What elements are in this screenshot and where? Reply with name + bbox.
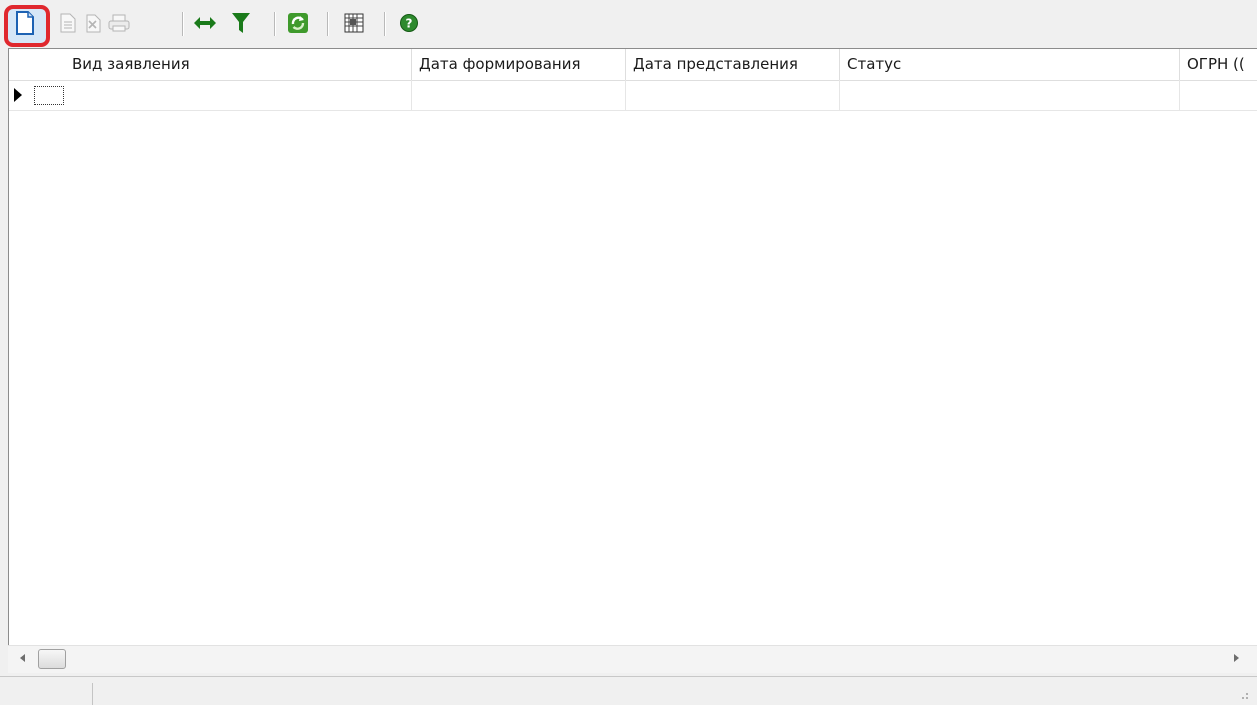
print-icon (108, 14, 130, 32)
scroll-thumb[interactable] (38, 649, 66, 669)
status-bar-separator (92, 683, 93, 705)
focus-rectangle (34, 86, 64, 105)
edit-document-icon (60, 13, 76, 33)
cell-formation-date[interactable] (412, 80, 626, 110)
edit-button[interactable] (55, 10, 81, 36)
refresh-icon (288, 13, 308, 33)
new-document-icon (16, 11, 34, 35)
cell-status[interactable] (840, 80, 1180, 110)
delete-button[interactable] (80, 10, 106, 36)
table-row[interactable] (9, 80, 1257, 111)
current-row-indicator-icon (14, 88, 22, 102)
column-header-ogrn[interactable]: ОГРН (( (1180, 49, 1257, 80)
row-header-corner (9, 49, 65, 80)
column-header-formation-date[interactable]: Дата формирования (412, 49, 626, 80)
new-document-button[interactable] (12, 10, 38, 36)
help-icon: ? (400, 14, 418, 32)
filter-button[interactable] (228, 10, 254, 36)
cell-type[interactable] (65, 80, 412, 110)
row-selector[interactable] (9, 80, 65, 110)
print-button[interactable] (106, 10, 132, 36)
cell-ogrn[interactable] (1180, 80, 1257, 110)
delete-document-icon (86, 14, 101, 33)
resize-grip-icon[interactable] (1237, 690, 1249, 702)
toolbar-separator (384, 12, 386, 36)
refresh-button[interactable] (285, 10, 311, 36)
toolbar: ? (0, 0, 1257, 48)
status-bar (0, 676, 1257, 705)
column-header-status[interactable]: Статус (840, 49, 1180, 80)
cell-submission-date[interactable] (626, 80, 840, 110)
fit-columns-icon (194, 17, 216, 29)
filter-icon (232, 13, 250, 33)
grid-header: Вид заявления Дата формирования Дата пре… (9, 49, 1257, 81)
toolbar-separator (182, 12, 184, 36)
column-header-type[interactable]: Вид заявления (65, 49, 412, 80)
data-grid[interactable]: Вид заявления Дата формирования Дата пре… (8, 48, 1257, 673)
grid-settings-button[interactable] (341, 10, 367, 36)
svg-text:?: ? (406, 17, 413, 31)
column-header-submission-date[interactable]: Дата представления (626, 49, 840, 80)
toolbar-separator (274, 12, 276, 36)
toolbar-separator (327, 12, 329, 36)
help-button[interactable]: ? (396, 10, 422, 36)
horizontal-scrollbar[interactable] (8, 645, 1257, 673)
fit-columns-button[interactable] (192, 10, 218, 36)
scroll-right-icon[interactable] (1234, 654, 1239, 662)
grid-settings-icon (344, 13, 364, 33)
scroll-left-icon[interactable] (20, 654, 25, 662)
